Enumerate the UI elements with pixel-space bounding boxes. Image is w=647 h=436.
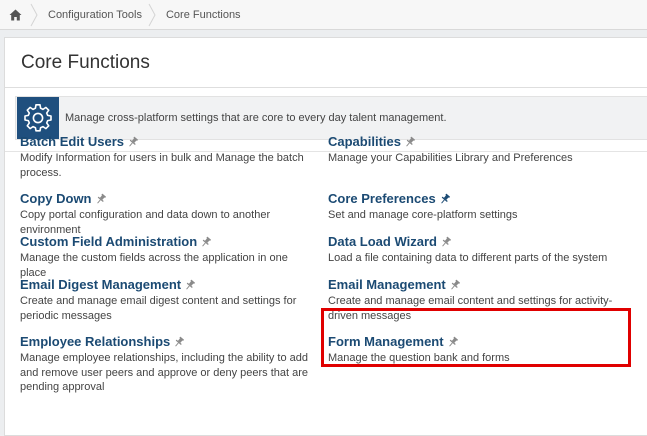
function-header: Email Management bbox=[328, 277, 633, 292]
function-description: Manage employee relationships, including… bbox=[20, 352, 309, 393]
function-link[interactable]: Capabilities bbox=[328, 134, 401, 149]
function-link[interactable]: Core Preferences bbox=[328, 191, 436, 206]
function-description: Copy portal configuration and data down … bbox=[20, 209, 271, 236]
function-header: Core Preferences bbox=[328, 191, 633, 206]
pin-icon[interactable] bbox=[127, 136, 139, 148]
function-header: Employee Relationships bbox=[20, 334, 315, 349]
function-description: Manage your Capabilities Library and Pre… bbox=[328, 152, 573, 164]
function-link[interactable]: Batch Edit Users bbox=[20, 134, 124, 149]
function-link[interactable]: Copy Down bbox=[20, 191, 92, 206]
breadcrumb-configuration-tools[interactable]: Configuration Tools bbox=[42, 9, 148, 21]
function-link[interactable]: Email Digest Management bbox=[20, 277, 181, 292]
pin-icon[interactable] bbox=[440, 236, 452, 248]
divider bbox=[5, 87, 647, 88]
function-batch-edit-users: Batch Edit Users Modify Information for u… bbox=[20, 134, 315, 180]
function-core-preferences: Core Preferences Set and manage core-plat… bbox=[328, 191, 633, 223]
function-link[interactable]: Custom Field Administration bbox=[20, 234, 197, 249]
function-capabilities: Capabilities Manage your Capabilities Lib… bbox=[328, 134, 633, 166]
pin-icon[interactable] bbox=[439, 193, 451, 205]
function-description: Manage the custom fields across the appl… bbox=[20, 252, 288, 279]
function-description: Modify Information for users in bulk and… bbox=[20, 152, 304, 179]
function-employee-relationships: Employee Relationships Manage employee re… bbox=[20, 334, 315, 395]
function-header: Capabilities bbox=[328, 134, 633, 149]
function-header: Custom Field Administration bbox=[20, 234, 315, 249]
chevron-right-icon bbox=[148, 0, 160, 30]
function-custom-field-administration: Custom Field Administration Manage the cu… bbox=[20, 234, 315, 280]
page-title: Core Functions bbox=[21, 52, 150, 73]
function-data-load-wizard: Data Load Wizard Load a file containing d… bbox=[328, 234, 633, 266]
home-icon[interactable] bbox=[0, 0, 30, 30]
highlight-box bbox=[321, 308, 631, 367]
pin-icon[interactable] bbox=[404, 136, 416, 148]
pin-icon[interactable] bbox=[184, 279, 196, 291]
function-header: Batch Edit Users bbox=[20, 134, 315, 149]
pin-icon[interactable] bbox=[200, 236, 212, 248]
function-copy-down: Copy Down Copy portal configuration and d… bbox=[20, 191, 315, 237]
function-header: Copy Down bbox=[20, 191, 315, 206]
function-description: Load a file containing data to different… bbox=[328, 252, 608, 264]
chevron-right-icon bbox=[30, 0, 42, 30]
function-link[interactable]: Data Load Wizard bbox=[328, 234, 437, 249]
function-description: Set and manage core-platform settings bbox=[328, 209, 518, 221]
pin-icon[interactable] bbox=[95, 193, 107, 205]
pin-icon[interactable] bbox=[449, 279, 461, 291]
breadcrumb-core-functions: Core Functions bbox=[165, 8, 241, 21]
breadcrumb: Configuration Tools Core Functions bbox=[0, 0, 647, 30]
function-link[interactable]: Email Management bbox=[328, 277, 446, 292]
gear-icon bbox=[17, 97, 59, 139]
function-link[interactable]: Employee Relationships bbox=[20, 334, 170, 349]
function-description: Create and manage email digest content a… bbox=[20, 295, 297, 322]
pin-icon[interactable] bbox=[173, 336, 185, 348]
function-header: Data Load Wizard bbox=[328, 234, 633, 249]
function-email-digest-management: Email Digest Management Create and manage… bbox=[20, 277, 315, 323]
function-header: Email Digest Management bbox=[20, 277, 315, 292]
core-functions-panel: Core Functions Manage cross-platform set… bbox=[4, 37, 647, 436]
page-description: Manage cross-platform settings that are … bbox=[65, 112, 447, 124]
